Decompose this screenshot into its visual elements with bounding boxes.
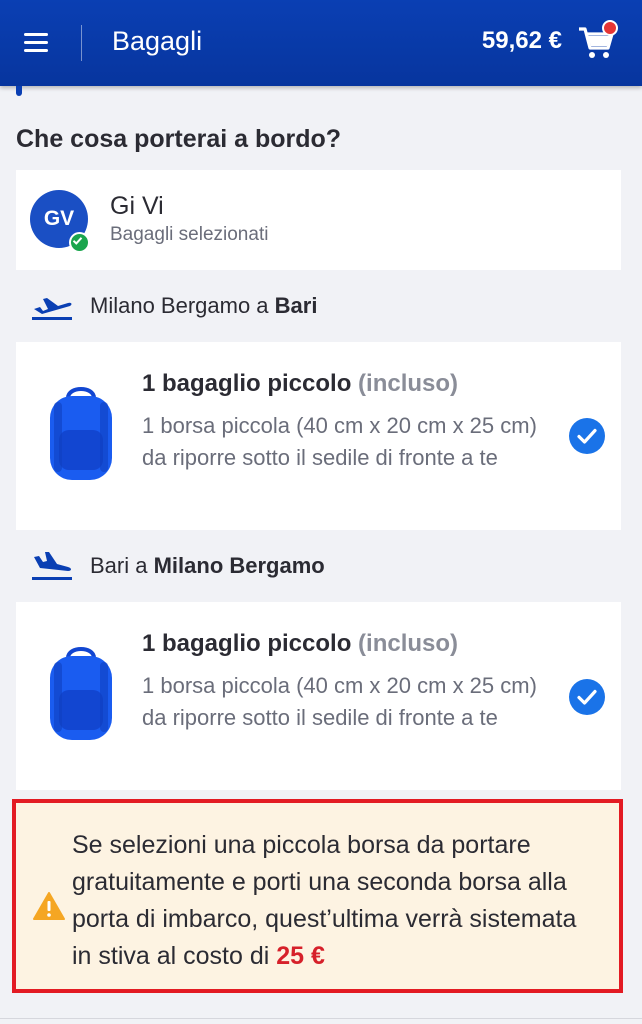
menu-icon-bar — [24, 41, 48, 44]
bag-option-return[interactable]: 1 bagaglio piccolo (incluso) 1 borsa pic… — [16, 602, 621, 790]
menu-button[interactable] — [20, 30, 54, 56]
checkmark-icon — [577, 428, 597, 444]
warning-text: Se selezioni una piccola borsa da portar… — [72, 831, 577, 970]
passenger-card[interactable]: GV Gi Vi Bagagli selezionati — [16, 170, 621, 270]
cart-total[interactable]: 59,62 € — [482, 27, 562, 55]
top-app-bar: Bagagli 59,62 € — [0, 0, 642, 86]
check-badge-icon — [69, 232, 90, 253]
bag-option-outbound[interactable]: 1 bagaglio piccolo (incluso) 1 borsa pic… — [16, 342, 621, 530]
bag-description: 1 borsa piccola (40 cm x 20 cm x 25 cm) … — [142, 673, 537, 730]
flight-route-outbound: Milano Bergamo a Bari — [16, 270, 621, 342]
menu-icon-bar — [24, 33, 48, 36]
backpack-image — [50, 387, 112, 480]
extra-bag-cost: 25 € — [276, 942, 325, 970]
bag-description: 1 borsa piccola (40 cm x 20 cm x 25 cm) … — [142, 413, 537, 470]
warning-notice: Se selezioni una piccola borsa da portar… — [12, 799, 623, 993]
progress-strip — [16, 86, 22, 96]
menu-icon-bar — [24, 49, 48, 52]
passenger-status: Bagagli selezionati — [110, 224, 269, 245]
header-divider — [81, 25, 82, 61]
cart-button[interactable] — [576, 20, 618, 62]
warning-triangle-icon — [33, 892, 65, 920]
page-title: Bagagli — [112, 26, 203, 56]
backpack-image — [50, 647, 112, 740]
plane-takeoff-icon — [32, 298, 72, 320]
cart-notification-dot — [602, 20, 618, 36]
bag-title: 1 bagaglio piccolo (incluso) — [142, 370, 459, 397]
route-label: Milano Bergamo a Bari — [90, 293, 318, 318]
divider — [0, 1018, 642, 1019]
checkmark-icon — [577, 689, 597, 705]
route-label: Bari a Milano Bergamo — [90, 553, 325, 578]
plane-landing-icon — [32, 552, 72, 580]
bag-selected-checkbox[interactable] — [569, 679, 605, 715]
flight-route-return: Bari a Milano Bergamo — [16, 530, 621, 602]
section-heading: Che cosa porterai a bordo? — [16, 125, 342, 153]
passenger-name: Gi Vi — [110, 192, 164, 220]
bag-selected-checkbox[interactable] — [569, 418, 605, 454]
bag-title: 1 bagaglio piccolo (incluso) — [142, 630, 459, 657]
